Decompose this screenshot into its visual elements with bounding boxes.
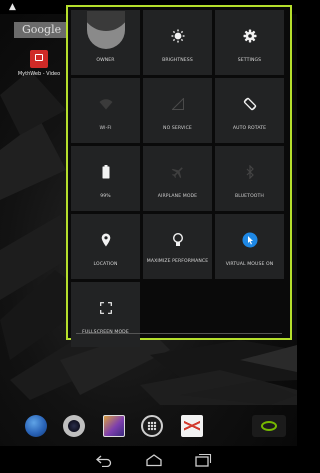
tile-brightness[interactable]: BRIGHTNESS: [143, 10, 212, 75]
user-avatar: [87, 11, 125, 49]
app-shortcut-label: MythWeb - Video: [17, 71, 61, 77]
tile-label: BLUETOOTH: [235, 194, 264, 199]
brightness-icon: [143, 28, 212, 44]
tile-wifi[interactable]: WI-FI: [71, 78, 140, 143]
wifi-icon: [71, 96, 140, 112]
tile-bluetooth[interactable]: BLUETOOTH: [215, 146, 284, 211]
google-search-bar[interactable]: Google: [14, 22, 74, 38]
tv-icon: [30, 50, 48, 68]
virtual-mouse-icon: [215, 232, 284, 248]
tile-label: 99%: [100, 194, 111, 199]
app-dock: [0, 405, 297, 445]
quick-settings-grid: OWNER BRIGHTNESS SETTINGS WI-FI NO SERVI…: [71, 10, 284, 347]
signal-icon: [143, 96, 212, 112]
gmail-icon[interactable]: [181, 415, 203, 437]
tile-airplane-mode[interactable]: AIRPLANE MODE: [143, 146, 212, 211]
rotate-icon: [215, 96, 284, 112]
tile-auto-rotate[interactable]: AUTO ROTATE: [215, 78, 284, 143]
tile-label: LOCATION: [93, 262, 118, 267]
tile-label: VIRTUAL MOUSE ON: [225, 262, 274, 267]
browser-globe-icon[interactable]: [25, 415, 47, 437]
location-pin-icon: [71, 232, 140, 248]
lightbulb-icon: [143, 232, 212, 248]
settings-gear-icon: [215, 28, 284, 44]
tile-virtual-mouse[interactable]: VIRTUAL MOUSE ON: [215, 214, 284, 279]
nvidia-icon[interactable]: [252, 415, 286, 437]
tile-no-service[interactable]: NO SERVICE: [143, 78, 212, 143]
tile-label: MAXIMIZE PERFORMANCE: [146, 259, 209, 264]
bluetooth-icon: [215, 164, 284, 180]
home-icon[interactable]: [145, 452, 163, 467]
tile-label: OWNER: [96, 58, 115, 63]
tile-settings[interactable]: SETTINGS: [215, 10, 284, 75]
warning-icon: ▲: [9, 2, 16, 12]
tile-label: AIRPLANE MODE: [157, 194, 198, 199]
tile-location[interactable]: LOCATION: [71, 214, 140, 279]
gallery-icon[interactable]: [103, 415, 125, 437]
camera-icon[interactable]: [63, 415, 85, 437]
quick-settings-panel: OWNER BRIGHTNESS SETTINGS WI-FI NO SERVI…: [66, 5, 292, 347]
back-icon[interactable]: [95, 452, 113, 468]
tile-label: BRIGHTNESS: [162, 58, 193, 63]
tile-label: SETTINGS: [237, 58, 262, 63]
panel-drag-handle[interactable]: [76, 333, 282, 334]
tile-label: AUTO ROTATE: [232, 126, 267, 131]
tile-label: WI-FI: [99, 126, 112, 131]
android-home-screen: ▲ Google MythWeb - Video OWNER BRIGHTNES…: [0, 0, 297, 473]
tile-maximize-performance[interactable]: MAXIMIZE PERFORMANCE: [143, 214, 212, 279]
all-apps-icon[interactable]: [141, 415, 163, 437]
fullscreen-icon: [71, 300, 140, 316]
recent-apps-icon[interactable]: [194, 452, 212, 467]
navigation-bar: [0, 446, 297, 473]
airplane-icon: [143, 164, 212, 180]
battery-icon: [71, 164, 140, 180]
tile-label: NO SERVICE: [163, 126, 192, 131]
tile-battery[interactable]: 99%: [71, 146, 140, 211]
tile-owner[interactable]: OWNER: [71, 10, 140, 75]
app-shortcut-mythweb-video[interactable]: MythWeb - Video: [14, 50, 64, 77]
tile-fullscreen-mode[interactable]: FULLSCREEN MODE: [71, 282, 140, 347]
